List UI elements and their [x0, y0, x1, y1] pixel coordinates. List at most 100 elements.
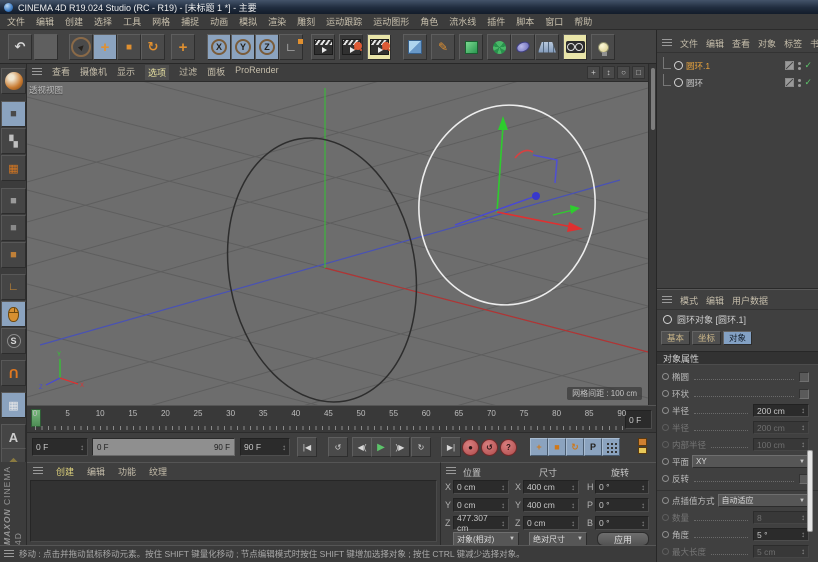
viewport-3d-scene[interactable]: Y X Z 透视视图 网格间距 : 100 cm [27, 82, 648, 405]
add-field-button[interactable] [511, 34, 535, 60]
object-menu-文件[interactable]: 文件 [680, 37, 698, 50]
menu-item-运动跟踪[interactable]: 运动跟踪 [326, 15, 362, 28]
size-x-field[interactable]: 400 cm ↕ [523, 480, 579, 494]
snap-button[interactable]: S [1, 328, 26, 354]
position-z-field[interactable]: 477.307 cm ↕ [453, 513, 509, 533]
next-frame-button[interactable]: )▶ [390, 437, 410, 457]
undo-button[interactable]: ↶ [8, 34, 32, 60]
goto-end-button[interactable]: ▶| [441, 437, 461, 457]
keyframe-dot-icon[interactable] [662, 390, 669, 397]
current-frame-field[interactable]: 0 F [625, 410, 652, 429]
magnet-button[interactable]: U [1, 360, 26, 386]
menu-item-编辑[interactable]: 编辑 [36, 15, 54, 28]
size-mode-dropdown[interactable]: 绝对尺寸 ▼ [529, 532, 587, 546]
workplane-lock-button[interactable]: ▦ [1, 392, 26, 418]
viewport-pan-icon[interactable]: + [587, 66, 600, 79]
key-pla-button[interactable] [602, 438, 620, 456]
preview-range-slider[interactable]: 0 F 90 F [92, 438, 235, 456]
layer-icon[interactable] [785, 78, 795, 87]
render-picture-viewer-button[interactable] [339, 34, 363, 60]
tweak-mode-button[interactable] [1, 301, 26, 327]
previous-frame-button[interactable]: ◀( [352, 437, 372, 457]
viewport-scrollbar[interactable] [648, 64, 656, 405]
rotation-p-field[interactable]: 0 ° ↕ [595, 498, 649, 512]
viewport-menu-显示[interactable]: 显示 [117, 65, 135, 80]
object-row[interactable]: 圆环.1 ✓ [657, 56, 818, 74]
menu-item-选择[interactable]: 选择 [94, 15, 112, 28]
position-y-field[interactable]: 0 cm ↕ [453, 498, 509, 512]
add-light-button[interactable] [591, 34, 615, 60]
viewport-zoom-icon[interactable]: ↕ [602, 66, 615, 79]
viewport-menu-摄像机[interactable]: 摄像机 [80, 65, 107, 80]
material-menu-编辑[interactable]: 编辑 [87, 465, 105, 478]
add-environment-button[interactable] [535, 34, 559, 60]
object-menu-编辑[interactable]: 编辑 [706, 37, 724, 50]
color-swatch[interactable] [34, 34, 58, 60]
keyframe-dot-icon[interactable] [662, 475, 669, 482]
menu-item-雕刻[interactable]: 雕刻 [297, 15, 315, 28]
menu-item-插件[interactable]: 插件 [487, 15, 505, 28]
keying-help-button[interactable]: ? [500, 439, 517, 456]
平面-dropdown[interactable]: XY ▼ [692, 455, 809, 468]
attribute-menu-用户数据[interactable]: 用户数据 [732, 294, 768, 307]
add-camera-button[interactable] [563, 34, 587, 60]
keyframe-dot-icon[interactable] [662, 407, 669, 414]
size-z-field[interactable]: 0 cm ↕ [523, 516, 579, 530]
keyframe-dot-icon[interactable] [662, 497, 669, 504]
角度-field[interactable]: 5 ° ↕ [753, 528, 809, 541]
menu-item-运动图形[interactable]: 运动图形 [373, 15, 409, 28]
goto-start-button[interactable]: |◀ [297, 437, 317, 457]
texture-mode-button[interactable]: ▚ [1, 128, 26, 154]
lock-y-axis-button[interactable]: Y [231, 34, 255, 60]
add-generator-button[interactable] [459, 34, 483, 60]
object-menu-标签[interactable]: 标签 [784, 37, 802, 50]
render-settings-button[interactable] [367, 34, 391, 60]
add-primitive-button[interactable] [403, 34, 427, 60]
play-backward-button[interactable]: ↺ [328, 437, 348, 457]
object-row[interactable]: 圆环 ✓ [657, 73, 818, 91]
attribute-tab-基本[interactable]: 基本 [661, 331, 691, 345]
menu-item-流水线[interactable]: 流水线 [449, 15, 476, 28]
timeline-ruler[interactable]: 0 F 0 5 10 15 20 25 30 35 40 45 50 55 60 65 70 75 80 85 90 [27, 405, 656, 433]
key-scale-button[interactable]: ■ [548, 438, 566, 456]
material-menu-创建[interactable]: 创建 [56, 465, 74, 478]
menu-item-角色[interactable]: 角色 [420, 15, 438, 28]
attribute-menu-模式[interactable]: 模式 [680, 294, 698, 307]
loop-button[interactable]: ↻ [411, 437, 431, 457]
visibility-dots-icon[interactable] [797, 61, 801, 70]
keyframe-dot-icon[interactable] [662, 458, 669, 465]
panel-menu-icon[interactable] [662, 39, 672, 48]
move-tool[interactable]: + [93, 34, 117, 60]
panel-divider[interactable] [657, 288, 818, 290]
lock-z-axis-button[interactable]: Z [255, 34, 279, 60]
apply-button[interactable]: 应用 [597, 532, 649, 546]
scale-tool[interactable]: ■ [117, 34, 141, 60]
panel-menu-icon[interactable] [662, 296, 672, 305]
object-menu-书签[interactable]: 书签 [810, 37, 818, 50]
panel-menu-icon[interactable] [32, 68, 42, 77]
keyframe-dot-icon[interactable] [662, 424, 669, 431]
position-mode-dropdown[interactable]: 对象(相对) ▼ [453, 532, 519, 546]
panel-menu-icon[interactable] [33, 466, 43, 476]
render-view-button[interactable] [311, 34, 335, 60]
viewport-menu-ProRender[interactable]: ProRender [235, 65, 279, 80]
点插值方式-dropdown[interactable]: 自动适应 ▼ [717, 494, 809, 507]
keyframe-dot-icon[interactable] [662, 441, 669, 448]
半径-field[interactable]: 200 cm ↕ [753, 404, 809, 417]
viewport-maximize-icon[interactable]: □ [632, 66, 645, 79]
环状-checkbox[interactable] [799, 388, 809, 399]
attribute-tab-坐标[interactable]: 坐标 [692, 331, 722, 345]
workplane-mode-button[interactable]: ▦ [1, 155, 26, 181]
key-parameter-button[interactable]: P [584, 438, 602, 456]
rotation-b-field[interactable]: 0 ° ↕ [595, 516, 649, 530]
add-spline-button[interactable]: ✎ [431, 34, 455, 60]
model-mode-button[interactable]: ■ [1, 101, 26, 127]
enable-axis-button[interactable]: ∟ [1, 274, 26, 300]
play-button[interactable]: ▶ [371, 437, 391, 457]
menu-item-窗口[interactable]: 窗口 [545, 15, 563, 28]
max-frame-field[interactable]: 90 F ↕ [240, 438, 290, 456]
menu-item-网格[interactable]: 网格 [152, 15, 170, 28]
move-gizmo[interactable] [454, 116, 583, 232]
attribute-scrollbar-thumb[interactable] [807, 450, 813, 532]
lock-x-axis-button[interactable]: X [207, 34, 231, 60]
